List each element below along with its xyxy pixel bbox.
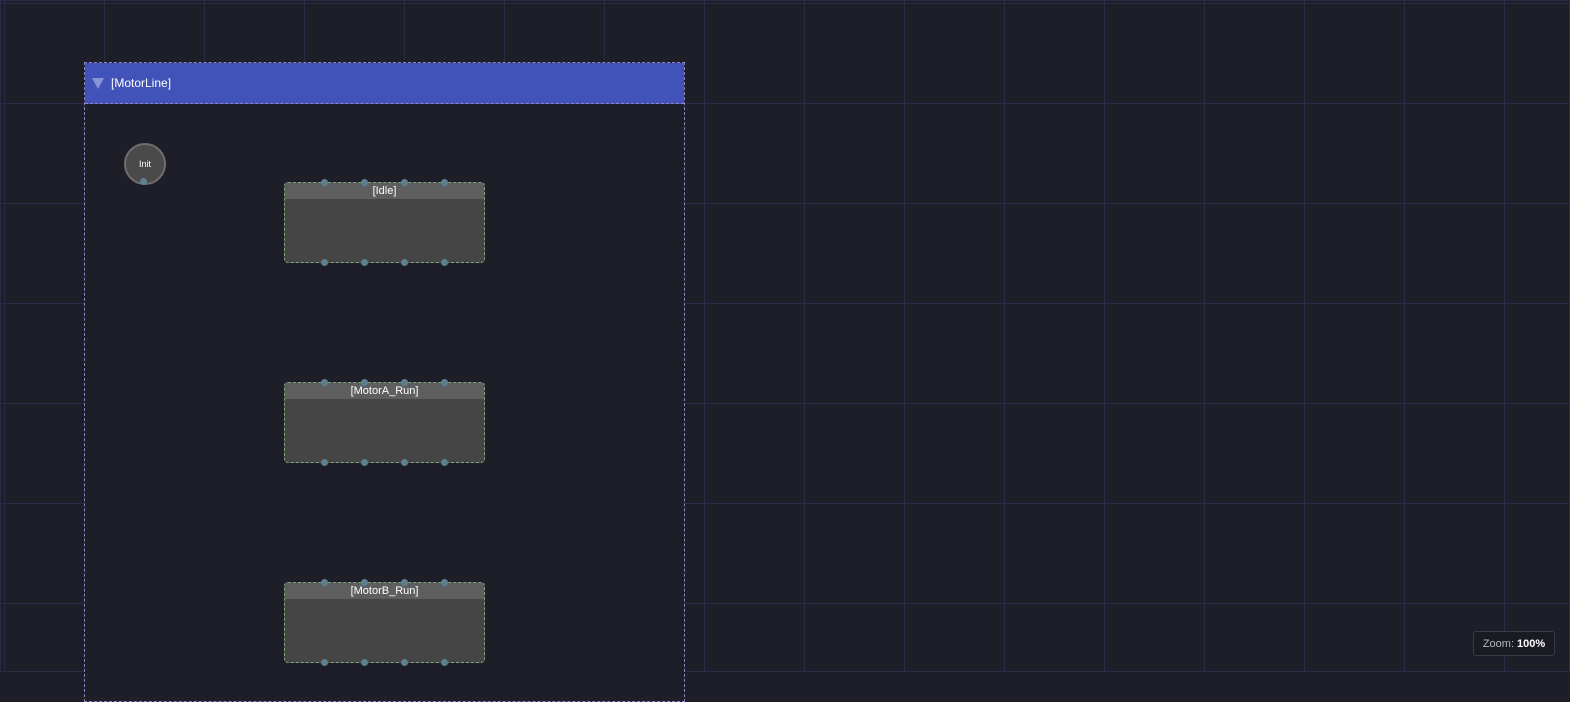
- state-motorb-run[interactable]: [MotorB_Run]: [284, 579, 485, 666]
- state-motora-run[interactable]: [MotorA_Run]: [284, 379, 485, 466]
- state-machine-canvas[interactable]: [MotorLine] Init [Idle] [MotorA_Run] [Mo…: [0, 0, 1570, 702]
- bottom-port[interactable]: [441, 459, 448, 466]
- init-node-label: Init: [138, 159, 151, 169]
- top-port[interactable]: [401, 179, 408, 186]
- top-port[interactable]: [321, 179, 328, 186]
- bottom-port[interactable]: [361, 459, 368, 466]
- collapse-triangle-icon[interactable]: [92, 77, 104, 89]
- top-port[interactable]: [401, 379, 408, 386]
- top-port[interactable]: [441, 579, 448, 586]
- bottom-port[interactable]: [441, 659, 448, 666]
- top-port[interactable]: [441, 379, 448, 386]
- top-port[interactable]: [361, 379, 368, 386]
- top-port[interactable]: [361, 179, 368, 186]
- state-label: [MotorB_Run]: [350, 585, 419, 597]
- state-label: [MotorA_Run]: [350, 385, 419, 397]
- state-label: [Idle]: [372, 185, 397, 197]
- group-header[interactable]: [MotorLine]: [85, 63, 684, 104]
- bottom-port[interactable]: [401, 259, 408, 266]
- bottom-port[interactable]: [401, 659, 408, 666]
- zoom-label: Zoom:: [1482, 637, 1515, 650]
- state-header: [MotorB_Run]: [285, 583, 484, 599]
- bottom-port[interactable]: [401, 459, 408, 466]
- bottom-port[interactable]: [361, 659, 368, 666]
- state-idle[interactable]: [Idle]: [284, 179, 485, 266]
- top-port[interactable]: [441, 179, 448, 186]
- group-title: [MotorLine]: [111, 76, 172, 90]
- state-header: [Idle]: [285, 183, 484, 199]
- top-port[interactable]: [361, 579, 368, 586]
- zoom-value: 100%: [1517, 637, 1546, 650]
- zoom-indicator: Zoom: 100%: [1473, 631, 1555, 656]
- top-port[interactable]: [321, 379, 328, 386]
- state-header: [MotorA_Run]: [285, 383, 484, 399]
- init-output-port[interactable]: [140, 178, 147, 185]
- init-node[interactable]: Init: [124, 143, 166, 185]
- bottom-port[interactable]: [361, 259, 368, 266]
- top-port[interactable]: [321, 579, 328, 586]
- bottom-port[interactable]: [321, 459, 328, 466]
- bottom-port[interactable]: [441, 259, 448, 266]
- bottom-port[interactable]: [321, 659, 328, 666]
- bottom-port[interactable]: [321, 259, 328, 266]
- top-port[interactable]: [401, 579, 408, 586]
